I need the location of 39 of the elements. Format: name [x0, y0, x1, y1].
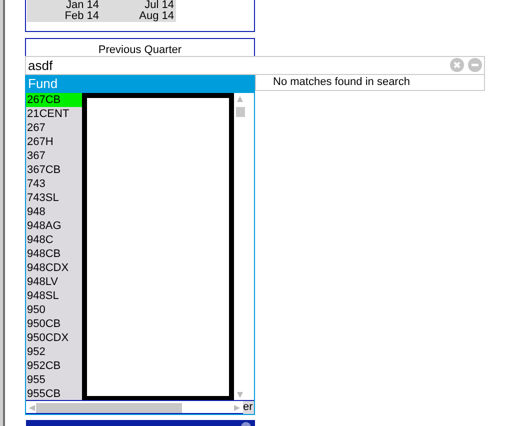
fund-item[interactable]: 267: [26, 121, 82, 135]
fund-item[interactable]: 267H: [26, 135, 82, 149]
date-cell-text: Jul 14: [144, 0, 175, 11]
down-arrow-icon[interactable]: [236, 391, 244, 399]
up-arrow-icon[interactable]: [236, 95, 244, 103]
fund-item[interactable]: 948SL: [26, 289, 82, 303]
left-arrow-icon[interactable]: [28, 404, 36, 412]
fund-item[interactable]: 948LV: [26, 275, 82, 289]
scrollbar-thumb[interactable]: [36, 402, 182, 412]
search-field[interactable]: asdf: [25, 56, 485, 75]
fund-item[interactable]: 21CENT: [26, 107, 82, 121]
truncated-label: er: [243, 401, 254, 414]
date-cell-text: Aug 14: [138, 11, 175, 22]
fund-item[interactable]: 948: [26, 205, 82, 219]
fund-item[interactable]: 955CB: [26, 387, 82, 401]
right-arrow-icon[interactable]: [233, 404, 241, 412]
fund-item[interactable]: 948CB: [26, 247, 82, 261]
fund-item[interactable]: 952CB: [26, 359, 82, 373]
date-cell-text: Jan 14: [64, 0, 100, 11]
no-matches-message: No matches found in search: [255, 75, 485, 91]
fund-item[interactable]: 948CDX: [26, 261, 82, 275]
fund-item[interactable]: 367CB: [26, 163, 82, 177]
fund-item[interactable]: 743SL: [26, 191, 82, 205]
fund-item[interactable]: 950: [26, 303, 82, 317]
fund-item[interactable]: 948C: [26, 233, 82, 247]
scrollbar-thumb[interactable]: [236, 107, 244, 117]
date-cell-text: Feb 14: [64, 11, 100, 22]
fund-item[interactable]: 267CB: [26, 93, 82, 107]
fund-item[interactable]: 955: [26, 373, 82, 387]
fund-item[interactable]: 948AG: [26, 219, 82, 233]
fund-item[interactable]: 952: [26, 345, 82, 359]
fund-item[interactable]: 367: [26, 149, 82, 163]
clear-icon[interactable]: [450, 58, 464, 72]
quarter-label: Previous Quarter: [98, 44, 182, 56]
fund-item[interactable]: 950CDX: [26, 331, 82, 345]
fund-item[interactable]: 950CB: [26, 317, 82, 331]
minus-icon[interactable]: [468, 58, 482, 72]
fund-item[interactable]: 743: [26, 177, 82, 191]
vertical-scrollbar[interactable]: [234, 93, 246, 401]
